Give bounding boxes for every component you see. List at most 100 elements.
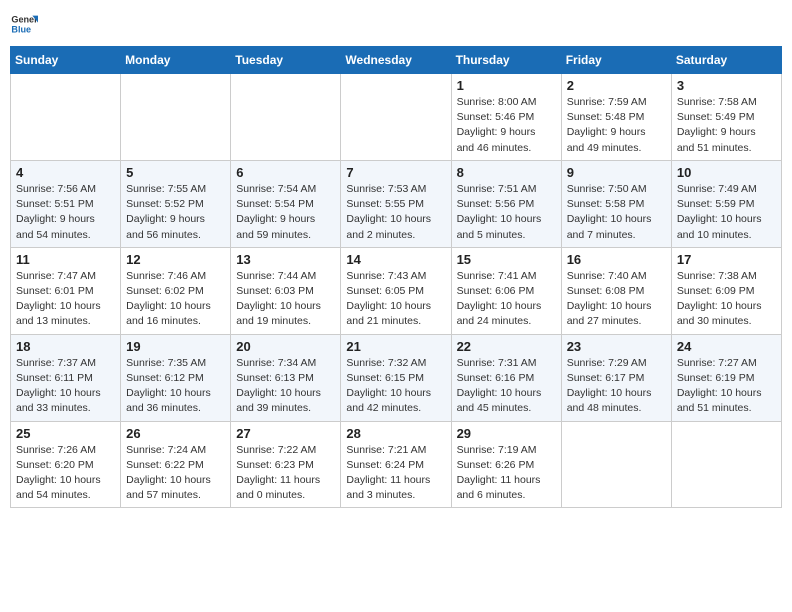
calendar-cell: 2Sunrise: 7:59 AM Sunset: 5:48 PM Daylig… xyxy=(561,74,671,161)
day-number: 16 xyxy=(567,252,666,267)
page-header: General Blue xyxy=(10,10,782,38)
calendar-cell: 28 Sunrise: 7:21 AM Sunset: 6:24 PM Dayli… xyxy=(341,421,451,508)
day-number: 15 xyxy=(457,252,556,267)
day-info: Sunrise: 7:44 AM Sunset: 6:03 PM Dayligh… xyxy=(236,269,335,330)
calendar-table: SundayMondayTuesdayWednesdayThursdayFrid… xyxy=(10,46,782,508)
calendar-cell: 10 Sunrise: 7:49 AM Sunset: 5:59 PM Dayli… xyxy=(671,160,781,247)
day-info: Sunrise: 7:50 AM Sunset: 5:58 PM Dayligh… xyxy=(567,182,666,243)
calendar-cell: 5 Sunrise: 7:55 AM Sunset: 5:52 PM Daylig… xyxy=(121,160,231,247)
logo-icon: General Blue xyxy=(10,10,38,38)
day-number: 1 xyxy=(457,78,556,93)
day-info: Sunrise: 7:53 AM Sunset: 5:55 PM Dayligh… xyxy=(346,182,445,243)
day-info: Sunrise: 7:27 AM Sunset: 6:19 PM Dayligh… xyxy=(677,356,776,417)
day-info: Sunrise: 7:38 AM Sunset: 6:09 PM Dayligh… xyxy=(677,269,776,330)
calendar-cell xyxy=(671,421,781,508)
calendar-cell: 9 Sunrise: 7:50 AM Sunset: 5:58 PM Daylig… xyxy=(561,160,671,247)
calendar-cell: 11 Sunrise: 7:47 AM Sunset: 6:01 PM Dayli… xyxy=(11,247,121,334)
svg-text:Blue: Blue xyxy=(11,24,31,34)
day-info: Sunrise: 7:46 AM Sunset: 6:02 PM Dayligh… xyxy=(126,269,225,330)
day-info: Sunrise: 7:29 AM Sunset: 6:17 PM Dayligh… xyxy=(567,356,666,417)
day-number: 23 xyxy=(567,339,666,354)
calendar-cell: 21 Sunrise: 7:32 AM Sunset: 6:15 PM Dayli… xyxy=(341,334,451,421)
col-header-thursday: Thursday xyxy=(451,47,561,74)
calendar-cell: 24 Sunrise: 7:27 AM Sunset: 6:19 PM Dayli… xyxy=(671,334,781,421)
day-info: Sunrise: 7:22 AM Sunset: 6:23 PM Dayligh… xyxy=(236,443,335,504)
calendar-cell: 8 Sunrise: 7:51 AM Sunset: 5:56 PM Daylig… xyxy=(451,160,561,247)
day-number: 4 xyxy=(16,165,115,180)
day-number: 29 xyxy=(457,426,556,441)
day-info: Sunrise: 7:41 AM Sunset: 6:06 PM Dayligh… xyxy=(457,269,556,330)
calendar-cell: 25 Sunrise: 7:26 AM Sunset: 6:20 PM Dayli… xyxy=(11,421,121,508)
col-header-monday: Monday xyxy=(121,47,231,74)
calendar-cell xyxy=(341,74,451,161)
day-number: 2 xyxy=(567,78,666,93)
day-info: Sunrise: 7:51 AM Sunset: 5:56 PM Dayligh… xyxy=(457,182,556,243)
day-info: Sunrise: 7:47 AM Sunset: 6:01 PM Dayligh… xyxy=(16,269,115,330)
calendar-cell: 4 Sunrise: 7:56 AM Sunset: 5:51 PM Daylig… xyxy=(11,160,121,247)
day-number: 21 xyxy=(346,339,445,354)
day-number: 26 xyxy=(126,426,225,441)
day-info: Sunrise: 7:37 AM Sunset: 6:11 PM Dayligh… xyxy=(16,356,115,417)
day-info: Sunrise: 7:49 AM Sunset: 5:59 PM Dayligh… xyxy=(677,182,776,243)
day-number: 11 xyxy=(16,252,115,267)
day-info: Sunrise: 7:31 AM Sunset: 6:16 PM Dayligh… xyxy=(457,356,556,417)
day-number: 25 xyxy=(16,426,115,441)
day-number: 13 xyxy=(236,252,335,267)
calendar-cell xyxy=(11,74,121,161)
day-info: Sunrise: 7:40 AM Sunset: 6:08 PM Dayligh… xyxy=(567,269,666,330)
calendar-cell: 26 Sunrise: 7:24 AM Sunset: 6:22 PM Dayli… xyxy=(121,421,231,508)
day-number: 24 xyxy=(677,339,776,354)
calendar-cell xyxy=(231,74,341,161)
calendar-cell: 12 Sunrise: 7:46 AM Sunset: 6:02 PM Dayli… xyxy=(121,247,231,334)
day-info: Sunrise: 7:24 AM Sunset: 6:22 PM Dayligh… xyxy=(126,443,225,504)
day-number: 14 xyxy=(346,252,445,267)
day-info: Sunrise: 7:34 AM Sunset: 6:13 PM Dayligh… xyxy=(236,356,335,417)
calendar-cell: 29Sunrise: 7:19 AM Sunset: 6:26 PM Dayli… xyxy=(451,421,561,508)
calendar-cell: 17 Sunrise: 7:38 AM Sunset: 6:09 PM Dayli… xyxy=(671,247,781,334)
day-number: 19 xyxy=(126,339,225,354)
day-info: Sunrise: 7:32 AM Sunset: 6:15 PM Dayligh… xyxy=(346,356,445,417)
day-info: Sunrise: 7:58 AM Sunset: 5:49 PM Dayligh… xyxy=(677,95,776,156)
calendar-cell: 15 Sunrise: 7:41 AM Sunset: 6:06 PM Dayli… xyxy=(451,247,561,334)
calendar-cell xyxy=(121,74,231,161)
col-header-tuesday: Tuesday xyxy=(231,47,341,74)
col-header-friday: Friday xyxy=(561,47,671,74)
day-number: 6 xyxy=(236,165,335,180)
col-header-wednesday: Wednesday xyxy=(341,47,451,74)
calendar-cell: 7 Sunrise: 7:53 AM Sunset: 5:55 PM Daylig… xyxy=(341,160,451,247)
day-number: 8 xyxy=(457,165,556,180)
calendar-cell: 3 Sunrise: 7:58 AM Sunset: 5:49 PM Daylig… xyxy=(671,74,781,161)
day-number: 9 xyxy=(567,165,666,180)
logo: General Blue xyxy=(10,10,42,38)
col-header-sunday: Sunday xyxy=(11,47,121,74)
day-info: Sunrise: 7:56 AM Sunset: 5:51 PM Dayligh… xyxy=(16,182,115,243)
day-number: 20 xyxy=(236,339,335,354)
day-number: 10 xyxy=(677,165,776,180)
day-number: 12 xyxy=(126,252,225,267)
calendar-cell: 13 Sunrise: 7:44 AM Sunset: 6:03 PM Dayli… xyxy=(231,247,341,334)
calendar-cell: 20 Sunrise: 7:34 AM Sunset: 6:13 PM Dayli… xyxy=(231,334,341,421)
calendar-cell: 22 Sunrise: 7:31 AM Sunset: 6:16 PM Dayli… xyxy=(451,334,561,421)
calendar-cell: 14 Sunrise: 7:43 AM Sunset: 6:05 PM Dayli… xyxy=(341,247,451,334)
day-info: Sunrise: 7:26 AM Sunset: 6:20 PM Dayligh… xyxy=(16,443,115,504)
day-number: 17 xyxy=(677,252,776,267)
day-number: 5 xyxy=(126,165,225,180)
day-number: 27 xyxy=(236,426,335,441)
day-info: Sunrise: 7:43 AM Sunset: 6:05 PM Dayligh… xyxy=(346,269,445,330)
calendar-cell: 6 Sunrise: 7:54 AM Sunset: 5:54 PM Daylig… xyxy=(231,160,341,247)
day-info: Sunrise: 7:54 AM Sunset: 5:54 PM Dayligh… xyxy=(236,182,335,243)
day-number: 28 xyxy=(346,426,445,441)
day-info: Sunrise: 7:21 AM Sunset: 6:24 PM Dayligh… xyxy=(346,443,445,504)
calendar-cell xyxy=(561,421,671,508)
day-number: 22 xyxy=(457,339,556,354)
calendar-cell: 18 Sunrise: 7:37 AM Sunset: 6:11 PM Dayli… xyxy=(11,334,121,421)
calendar-cell: 27 Sunrise: 7:22 AM Sunset: 6:23 PM Dayli… xyxy=(231,421,341,508)
day-number: 3 xyxy=(677,78,776,93)
calendar-cell: 1Sunrise: 8:00 AM Sunset: 5:46 PM Daylig… xyxy=(451,74,561,161)
day-info: Sunrise: 7:55 AM Sunset: 5:52 PM Dayligh… xyxy=(126,182,225,243)
day-number: 18 xyxy=(16,339,115,354)
day-number: 7 xyxy=(346,165,445,180)
calendar-cell: 23 Sunrise: 7:29 AM Sunset: 6:17 PM Dayli… xyxy=(561,334,671,421)
day-info: Sunrise: 7:35 AM Sunset: 6:12 PM Dayligh… xyxy=(126,356,225,417)
calendar-cell: 16 Sunrise: 7:40 AM Sunset: 6:08 PM Dayli… xyxy=(561,247,671,334)
